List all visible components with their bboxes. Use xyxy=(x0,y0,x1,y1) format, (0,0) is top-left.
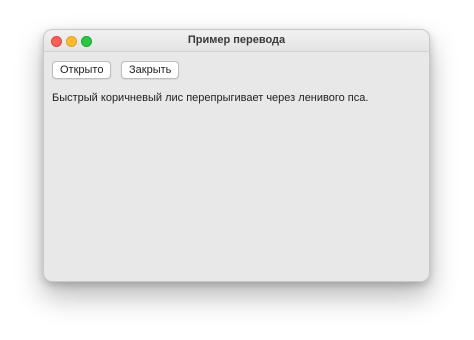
open-button[interactable]: Открыто xyxy=(52,61,112,79)
window-title: Пример перевода xyxy=(187,34,286,46)
close-button[interactable]: Закрыть xyxy=(121,61,180,79)
sample-text: Быстрый коричневый лис перепрыгивает чер… xyxy=(52,92,369,104)
app-window: Пример перевода Открыто Закрыть Быстрый … xyxy=(43,29,430,282)
title-bar[interactable]: Пример перевода xyxy=(44,30,429,52)
